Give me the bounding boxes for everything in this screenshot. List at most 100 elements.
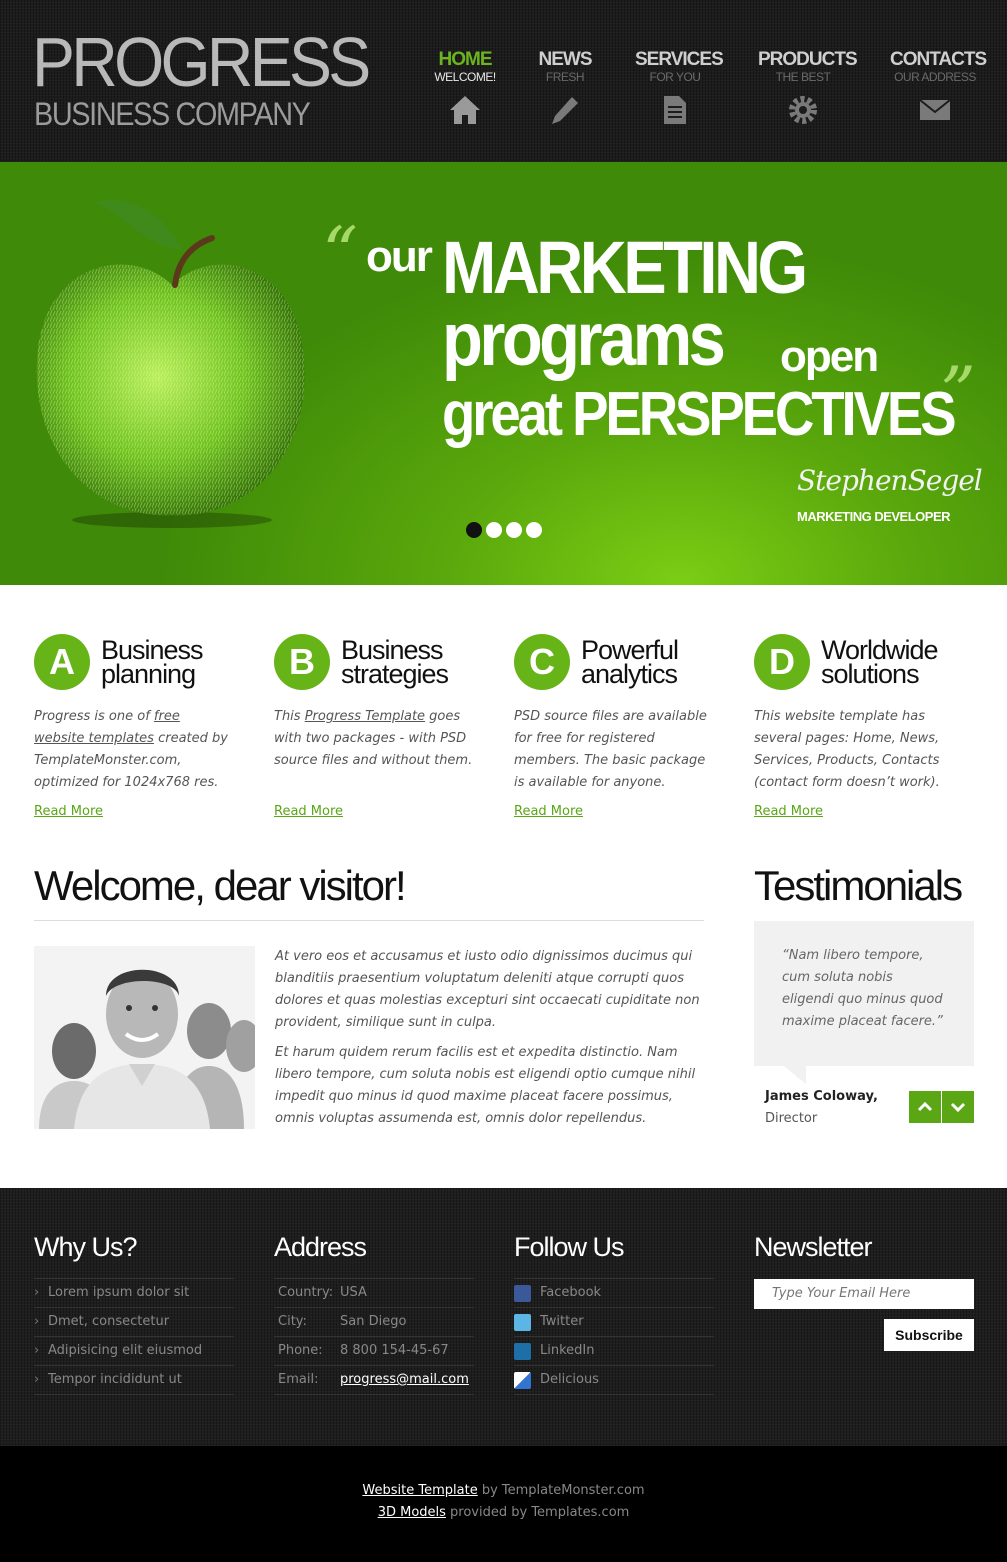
address-row: Country: USA [274,1279,474,1308]
logo-subtitle: BUSINESS COMPANY [34,96,311,132]
newsletter-section: Newsletter [754,1232,954,1278]
progress-template-link[interactable]: Progress Template [305,709,425,724]
nav-subtitle: THE BEST [775,70,831,84]
divider [34,920,704,921]
linkedin-icon [514,1343,531,1360]
chevron-down-icon [950,1102,966,1113]
banner-marketing: MARKETING [442,226,808,309]
banner-signature: StephenSegel [797,464,983,497]
read-more-link[interactable]: Read More [514,804,583,819]
address-row: Email: progress@mail.com [274,1366,474,1395]
footer-heading: Follow Us [514,1232,625,1262]
newsletter-email-input[interactable] [754,1279,974,1309]
welcome-heading: Welcome, dear visitor! [34,862,407,909]
footer-heading: Newsletter [754,1232,873,1262]
quote-tail [784,1066,806,1084]
address-section: Address Country: USA City: San Diego Phone… [274,1232,474,1395]
3d-models-link[interactable]: 3D Models [378,1505,446,1520]
testimonials-heading: Testimonials [754,862,963,909]
slider-dot[interactable] [506,522,522,538]
feature-letter: A [34,634,90,690]
slider-dot[interactable] [466,522,482,538]
document-icon [664,96,686,124]
welcome-paragraph: Et harum quidem rerum facilis est et exp… [275,1045,696,1126]
why-us-section: Why Us? Lorem ipsum dolor sit Dmet, cons… [34,1232,234,1395]
delicious-icon [514,1372,531,1389]
feature-letter: D [754,634,810,690]
slider-dot[interactable] [526,522,542,538]
feature-letter: B [274,634,330,690]
email-link[interactable]: progress@mail.com [340,1372,469,1387]
slider-dot[interactable] [486,522,502,538]
website-template-link[interactable]: Website Template [362,1483,477,1498]
list-item[interactable]: Lorem ipsum dolor sit [34,1279,234,1308]
nav-subtitle: FOR YOU [649,70,701,84]
read-more-link[interactable]: Read More [274,804,343,819]
social-delicious[interactable]: Delicious [514,1366,714,1395]
slider-dots [466,522,542,538]
testimonial-prev-button[interactable] [909,1091,941,1123]
grass-apple-image [36,200,305,528]
banner-our: our [366,232,433,281]
logo-title[interactable]: PROGRESS [32,26,371,98]
feature-title: Powerful analytics [581,635,679,689]
header: PROGRESS BUSINESS COMPANY HOME WELCOME! … [0,0,1007,162]
chevron-up-icon [917,1101,933,1112]
facebook-icon [514,1285,531,1302]
read-more-link[interactable]: Read More [34,804,103,819]
credits-bar [0,1446,1007,1562]
social-linkedin[interactable]: LinkedIn [514,1337,714,1366]
credit-line: Website Template by TemplateMonster.com [362,1483,645,1498]
follow-us-section: Follow Us Facebook Twitter LinkedIn Deli… [514,1232,714,1395]
feature-text: This website template has several pages:… [754,709,940,790]
nav-title: CONTACTS [890,49,987,70]
banner-programs: programs [442,297,726,382]
banner-role: MARKETING DEVELOPER [797,509,951,524]
nav-item-news[interactable]: NEWS FRESH [530,50,600,126]
nav-title: PRODUCTS [758,49,858,70]
testimonial-author: James Coloway, [765,1089,878,1104]
nav-item-services[interactable]: SERVICES FOR YOU [635,49,724,126]
gear-icon [789,96,817,124]
feature-title: Business strategies [341,635,449,689]
home-icon [450,96,480,124]
address-row: Phone: 8 800 154-45-67 [274,1337,474,1366]
team-photo [34,946,255,1129]
close-quote: ” [940,352,976,434]
twitter-icon [514,1314,531,1331]
nav-title: HOME [438,49,493,70]
feature-text: This Progress Template goes with two pac… [274,709,473,768]
nav-title: SERVICES [635,49,724,70]
welcome-text: At vero eos et accusamus et iusto odio d… [275,946,705,1138]
nav-item-products[interactable]: PRODUCTS THE BEST [758,49,858,126]
welcome-paragraph: At vero eos et accusamus et iusto odio d… [275,949,700,1030]
list-item[interactable]: Dmet, consectetur [34,1308,234,1337]
testimonial-quote: “Nam libero tempore, cum soluta nobis el… [782,948,943,1029]
banner-open: open [780,332,879,381]
banner-great-perspectives: great PERSPECTIVES [442,380,957,449]
nav-subtitle: OUR ADDRESS [894,70,976,84]
footer-heading: Address [274,1232,367,1262]
open-quote: “ [322,212,358,294]
feature-title: Worldwide solutions [821,635,939,689]
nav-item-contacts[interactable]: CONTACTS OUR ADDRESS [890,49,987,126]
nav-title: NEWS [538,49,593,70]
social-facebook[interactable]: Facebook [514,1279,714,1308]
address-row: City: San Diego [274,1308,474,1337]
credit-line: 3D Models provided by Templates.com [377,1505,630,1520]
list-item[interactable]: Adipisicing elit eiusmod [34,1337,234,1366]
footer-heading: Why Us? [34,1232,138,1262]
testimonial-next-button[interactable] [942,1091,974,1123]
feature-title: Business planning [101,635,204,689]
feature-letter: C [514,634,570,690]
read-more-link[interactable]: Read More [754,804,823,819]
social-twitter[interactable]: Twitter [514,1308,714,1337]
list-item[interactable]: Tempor incididunt ut [34,1366,234,1395]
hero-banner: “ our MARKETING programs open great PERS… [0,162,1007,585]
pencil-icon [552,97,578,124]
testimonial-role: Director [765,1111,818,1126]
nav-item-home[interactable]: HOME WELCOME! [430,50,500,126]
subscribe-button[interactable]: Subscribe [884,1319,974,1351]
testimonial-quote-box: “Nam libero tempore, cum soluta nobis el… [754,921,974,1066]
feature-text: Progress is one of free website template… [34,709,228,790]
